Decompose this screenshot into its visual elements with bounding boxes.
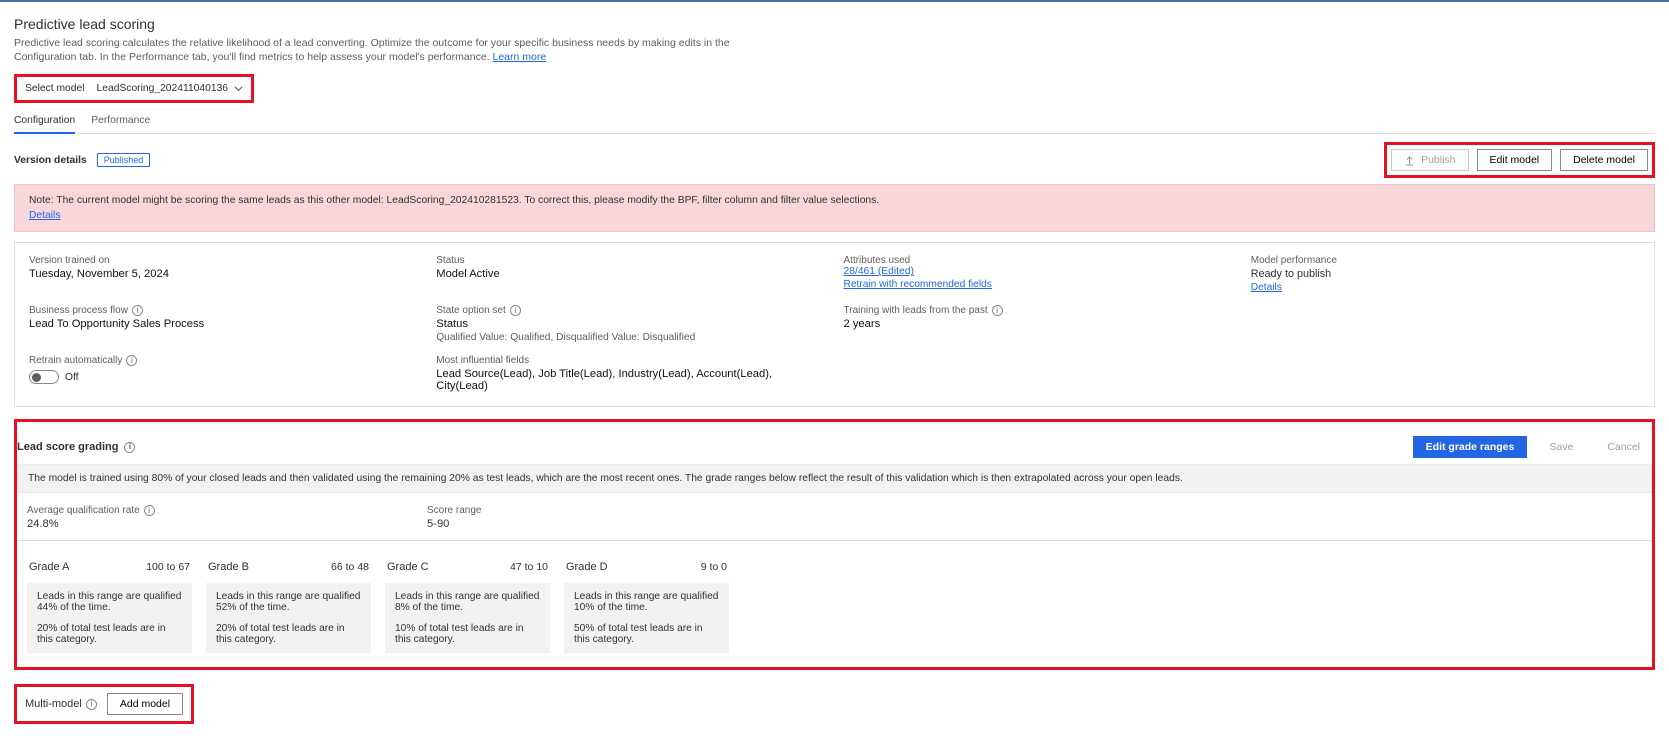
grade-distribution-text: 50% of total test leads are in this cate… bbox=[574, 623, 719, 645]
tabs: Configuration Performance bbox=[14, 111, 1655, 134]
retrain-recommended-link[interactable]: Retrain with recommended fields bbox=[844, 279, 992, 290]
subtitle-text: Predictive lead scoring calculates the r… bbox=[14, 37, 730, 63]
score-range-label: Score range bbox=[427, 505, 1650, 516]
attributes-value-link[interactable]: 28/461 (Edited) bbox=[844, 266, 914, 277]
field-influential: Most influential fields Lead Source(Lead… bbox=[436, 355, 825, 392]
tab-performance[interactable]: Performance bbox=[91, 111, 150, 133]
field-state-option-set: State option seti Status Qualified Value… bbox=[436, 305, 825, 343]
model-action-buttons: Publish Edit model Delete model bbox=[1384, 142, 1655, 178]
grade-cards: Grade A 100 to 67 Leads in this range are … bbox=[17, 541, 1652, 657]
grade-qualification-text: Leads in this range are qualified 44% of… bbox=[37, 591, 182, 613]
avg-qual-value: 24.8% bbox=[27, 518, 407, 530]
field-trained-on: Version trained on Tuesday, November 5, … bbox=[29, 255, 418, 293]
version-details-label: Version details bbox=[14, 155, 87, 166]
grade-card: Grade C 47 to 10 Leads in this range are q… bbox=[385, 555, 550, 653]
grading-info-bar: The model is trained using 80% of your c… bbox=[17, 464, 1652, 493]
duplicate-scoring-warning: Note: The current model might be scoring… bbox=[14, 184, 1655, 232]
info-icon[interactable]: i bbox=[86, 699, 97, 710]
grading-section-title: Lead score grading bbox=[17, 441, 118, 453]
info-icon[interactable]: i bbox=[124, 442, 135, 453]
page-subtitle: Predictive lead scoring calculates the r… bbox=[14, 36, 754, 64]
add-model-button[interactable]: Add model bbox=[107, 693, 183, 715]
score-range-value: 5-90 bbox=[427, 518, 1650, 530]
info-icon[interactable]: i bbox=[992, 305, 1003, 316]
model-summary-card: Version trained on Tuesday, November 5, … bbox=[14, 242, 1655, 407]
grade-name: Grade B bbox=[208, 561, 249, 573]
grade-card: Grade A 100 to 67 Leads in this range are … bbox=[27, 555, 192, 653]
edit-model-button[interactable]: Edit model bbox=[1477, 149, 1553, 171]
field-training-past: Training with leads from the pasti 2 yea… bbox=[844, 305, 1233, 343]
select-model-group: Select model LeadScoring_202411040136 bbox=[14, 74, 254, 103]
grade-card: Grade D 9 to 0 Leads in this range are qua… bbox=[564, 555, 729, 653]
publish-button-label: Publish bbox=[1421, 154, 1455, 166]
field-bpf: Business process flowi Lead To Opportuni… bbox=[29, 305, 418, 343]
info-icon[interactable]: i bbox=[510, 305, 521, 316]
multi-model-label: Multi-model bbox=[25, 698, 82, 710]
learn-more-link[interactable]: Learn more bbox=[493, 51, 547, 63]
performance-details-link[interactable]: Details bbox=[1251, 282, 1282, 293]
grade-name: Grade A bbox=[29, 561, 69, 573]
warning-text: Note: The current model might be scoring… bbox=[29, 195, 1640, 206]
info-icon[interactable]: i bbox=[126, 355, 137, 366]
grade-qualification-text: Leads in this range are qualified 8% of … bbox=[395, 591, 540, 613]
grade-range: 9 to 0 bbox=[701, 561, 727, 573]
grade-range: 100 to 67 bbox=[146, 561, 190, 573]
field-status: Status Model Active bbox=[436, 255, 825, 293]
save-grades-button: Save bbox=[1537, 437, 1585, 457]
grade-name: Grade C bbox=[387, 561, 429, 573]
tab-configuration[interactable]: Configuration bbox=[14, 111, 75, 134]
multi-model-row: Multi-model i Add model bbox=[14, 684, 194, 724]
grade-name: Grade D bbox=[566, 561, 608, 573]
cancel-grades-button: Cancel bbox=[1595, 437, 1652, 457]
grade-range: 47 to 10 bbox=[510, 561, 548, 573]
field-attributes-used: Attributes used 28/461 (Edited) Retrain … bbox=[844, 255, 1233, 293]
retrain-toggle[interactable] bbox=[29, 370, 59, 384]
edit-grade-ranges-button[interactable]: Edit grade ranges bbox=[1413, 436, 1528, 458]
retrain-toggle-state: Off bbox=[65, 372, 79, 383]
field-model-performance: Model performance Ready to publish Detai… bbox=[1251, 255, 1640, 293]
chevron-down-icon bbox=[234, 84, 243, 93]
grade-distribution-text: 20% of total test leads are in this cate… bbox=[37, 623, 182, 645]
published-badge: Published bbox=[97, 153, 151, 167]
avg-qual-label: Average qualification rate bbox=[27, 505, 140, 516]
grade-distribution-text: 20% of total test leads are in this cate… bbox=[216, 623, 361, 645]
delete-model-button[interactable]: Delete model bbox=[1560, 149, 1648, 171]
grade-qualification-text: Leads in this range are qualified 10% of… bbox=[574, 591, 719, 613]
model-dropdown[interactable]: LeadScoring_202411040136 bbox=[97, 83, 244, 94]
publish-button: Publish bbox=[1391, 149, 1468, 171]
grade-distribution-text: 10% of total test leads are in this cate… bbox=[395, 623, 540, 645]
grade-card: Grade B 66 to 48 Leads in this range are q… bbox=[206, 555, 371, 653]
model-dropdown-value: LeadScoring_202411040136 bbox=[97, 83, 229, 94]
grade-range: 66 to 48 bbox=[331, 561, 369, 573]
page-title: Predictive lead scoring bbox=[14, 16, 1655, 32]
grade-qualification-text: Leads in this range are qualified 52% of… bbox=[216, 591, 361, 613]
info-icon[interactable]: i bbox=[144, 505, 155, 516]
warning-details-link[interactable]: Details bbox=[29, 210, 60, 221]
info-icon[interactable]: i bbox=[132, 305, 143, 316]
field-retrain-auto: Retrain automaticallyi Off bbox=[29, 355, 418, 392]
select-model-label: Select model bbox=[25, 83, 85, 94]
publish-icon bbox=[1404, 155, 1415, 166]
